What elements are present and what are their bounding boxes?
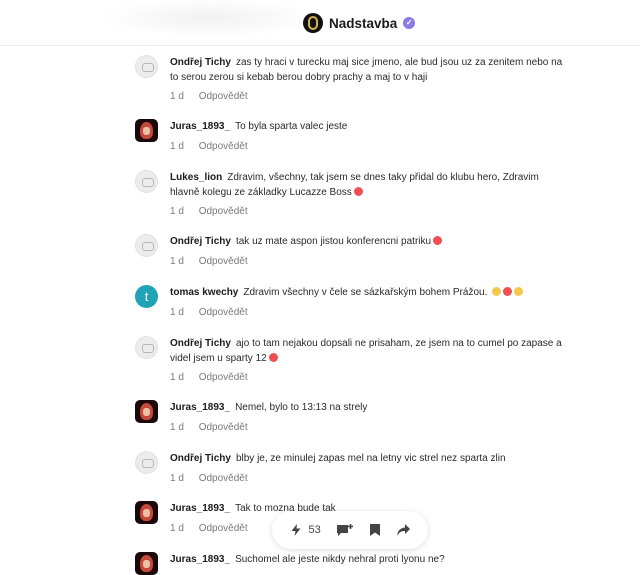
comment-body: Juras_1893_ Suchomel ale jeste nikdy nehr… (170, 552, 570, 567)
comment-age: 1 d (170, 523, 184, 534)
lightning-like-icon (291, 524, 301, 536)
brand-name: Nadstavba (329, 15, 398, 31)
comment-text: blby je, ze minulej zapas mel na letny v… (235, 453, 506, 464)
comment-age: 1 d (170, 307, 184, 318)
emoji-icon (433, 236, 443, 245)
comment-meta: 1 d Odpovědět (170, 256, 248, 267)
default-avatar-icon[interactable] (135, 170, 158, 193)
nadstavba-logo-icon (303, 13, 323, 33)
comment-age: 1 d (170, 372, 184, 383)
letter-avatar[interactable]: t (135, 285, 158, 308)
emoji-icon (353, 187, 363, 196)
comment-text: Zdravim všechny v čele se sázkařským boh… (243, 287, 488, 298)
reply-button[interactable]: Odpovědět (199, 372, 248, 383)
comment-meta: 1 d Odpovědět (170, 422, 248, 433)
comment-author[interactable]: Lukes_lion (170, 172, 222, 183)
reply-button[interactable]: Odpovědět (199, 206, 248, 217)
comment-author[interactable]: Ondřej Tichy (170, 338, 231, 349)
comment-author[interactable]: tomas kwechy (170, 287, 238, 298)
comment-age: 1 d (170, 473, 184, 484)
default-avatar-icon[interactable] (135, 55, 158, 78)
comment-body: Lukes_lion Zdravim, všechny, tak jsem se … (170, 170, 570, 200)
comment-text: tak uz mate aspon jistou konferencni pat… (235, 236, 432, 247)
photo-avatar[interactable] (135, 119, 158, 142)
comment-body: Ondřej Tichy blby je, ze minulej zapas me… (170, 451, 570, 466)
add-comment-button[interactable] (336, 523, 354, 538)
emoji-icon (268, 353, 278, 362)
likes-count: 53 (308, 524, 321, 536)
photo-avatar[interactable] (135, 400, 158, 423)
default-avatar-icon[interactable] (135, 451, 158, 474)
comment-body: tomas kwechy Zdravim všechny v čele se sá… (170, 285, 570, 300)
reply-button[interactable]: Odpovědět (199, 141, 248, 152)
reply-button[interactable]: Odpovědět (199, 422, 248, 433)
comment-body: Ondřej Tichy zas ty hraci v turecku maj s… (170, 55, 570, 85)
reply-button[interactable]: Odpovědět (199, 473, 248, 484)
bookmark-icon (369, 524, 380, 536)
comment-body: Juras_1893_ Nemel, bylo to 13:13 na strel… (170, 400, 570, 415)
comment-author[interactable]: Juras_1893_ (170, 402, 230, 413)
top-bar: Nadstavba ✓ (0, 0, 640, 46)
reply-button[interactable]: Odpovědět (199, 307, 248, 318)
header-shadow (105, 0, 315, 36)
comment-author[interactable]: Juras_1893_ (170, 121, 230, 132)
share-button[interactable] (396, 523, 411, 537)
comment-author[interactable]: Ondřej Tichy (170, 57, 231, 68)
comment-meta: 1 d Odpovědět (170, 473, 248, 484)
reply-button[interactable]: Odpovědět (199, 256, 248, 267)
comment-text: To byla sparta valec jeste (235, 121, 348, 132)
comment-author[interactable]: Juras_1893_ (170, 503, 230, 514)
comment-age: 1 d (170, 256, 184, 267)
comment-author[interactable]: Juras_1893_ (170, 554, 230, 565)
bookmark-button[interactable] (369, 523, 381, 537)
comment-age: 1 d (170, 422, 184, 433)
emoji-icon (503, 287, 513, 296)
photo-avatar[interactable] (135, 552, 158, 575)
comment-meta: 1 d Odpovědět (170, 91, 248, 102)
comment-age: 1 d (170, 206, 184, 217)
verified-badge-icon: ✓ (403, 17, 416, 29)
add-comment-icon (336, 523, 353, 536)
emoji-icon (492, 287, 502, 296)
share-arrow-icon (396, 524, 410, 536)
like-button[interactable]: 53 (289, 523, 321, 537)
comment-author[interactable]: Ondřej Tichy (170, 236, 231, 247)
comment-meta: 1 d Odpovědět (170, 372, 248, 383)
comment-meta: 1 d Odpovědět (170, 523, 248, 534)
comment-body: Ondřej Tichy ajo to tam nejakou dopsali n… (170, 336, 570, 366)
comment-age: 1 d (170, 141, 184, 152)
emoji-icon (514, 287, 524, 296)
default-avatar-icon[interactable] (135, 234, 158, 257)
comment-age: 1 d (170, 91, 184, 102)
photo-avatar[interactable] (135, 501, 158, 524)
comment-body: Juras_1893_ To byla sparta valec jeste (170, 119, 570, 134)
default-avatar-icon[interactable] (135, 336, 158, 359)
comment-body: Ondřej Tichy tak uz mate aspon jistou kon… (170, 234, 570, 249)
comment-text: Nemel, bylo to 13:13 na strely (235, 402, 368, 413)
comment-author[interactable]: Ondřej Tichy (170, 453, 231, 464)
comment-text: Suchomel ale jeste nikdy nehral proti ly… (235, 554, 445, 565)
reply-button[interactable]: Odpovědět (199, 523, 248, 534)
comment-meta: 1 d Odpovědět (170, 307, 248, 318)
reply-button[interactable]: Odpovědět (199, 91, 248, 102)
comment-meta: 1 d Odpovědět (170, 141, 248, 152)
comment-meta: 1 d Odpovědět (170, 206, 248, 217)
post-action-bar: 53 (272, 511, 428, 549)
brand[interactable]: Nadstavba ✓ (303, 12, 416, 34)
